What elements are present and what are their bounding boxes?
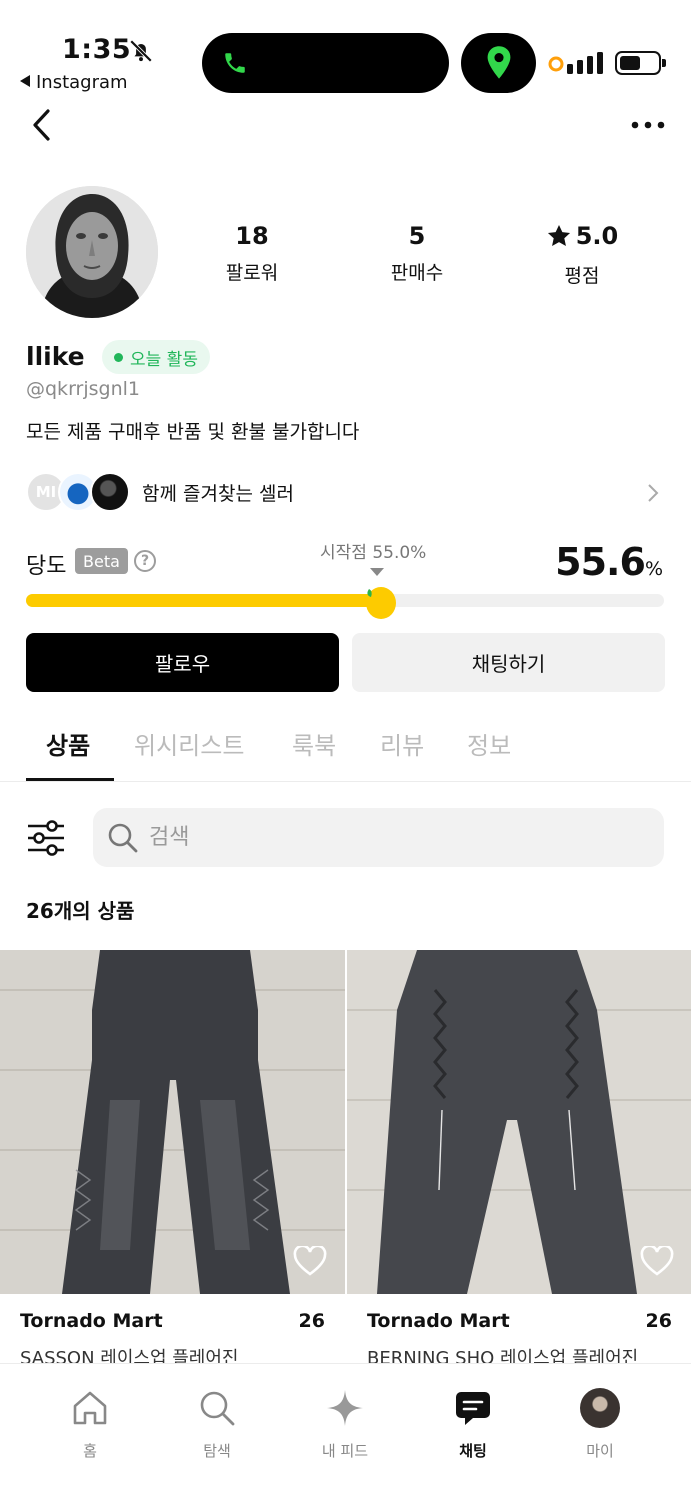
product-photo[interactable]: [347, 950, 691, 1294]
product-count: 26개의 상품: [26, 899, 135, 923]
sales-count: 5: [408, 222, 426, 250]
product-likes: 26: [645, 1310, 672, 1332]
nav-chat[interactable]: 채팅: [428, 1386, 518, 1461]
stat-sales[interactable]: 5 판매수: [357, 222, 477, 285]
nav-my-feed[interactable]: 내 피드: [300, 1386, 390, 1461]
shared-favorite-sellers-row[interactable]: MI 함께 즐겨찾는 셀러: [26, 470, 666, 514]
nav-home-label: 홈: [83, 1442, 97, 1460]
status-bar: 1:35 Instagram: [0, 0, 691, 100]
follow-button[interactable]: 팔로우: [26, 633, 339, 692]
nav-chat-label: 채팅: [459, 1442, 487, 1460]
product-seller: Tornado Mart: [367, 1310, 510, 1332]
username: llike: [26, 342, 85, 371]
bottom-navigation: 홈 탐색 내 피드 채팅 마이: [0, 1363, 691, 1500]
chat-icon: [456, 1392, 490, 1425]
activity-dot: [114, 352, 123, 362]
location-pin-icon: [487, 46, 511, 79]
product-card[interactable]: Tornado Mart 26 SASSON 레이스업 플레어진: [0, 950, 345, 1369]
heart-icon[interactable]: [640, 1246, 674, 1276]
rating-label: 평점: [564, 265, 600, 287]
product-likes: 26: [298, 1310, 325, 1332]
back-triangle-icon: [20, 75, 30, 87]
back-to-app-link[interactable]: Instagram: [20, 72, 128, 93]
battery-icon: [615, 51, 666, 75]
search-icon: [200, 1391, 235, 1426]
help-icon[interactable]: ?: [134, 550, 156, 572]
nav-my[interactable]: 마이: [555, 1386, 645, 1461]
product-photo[interactable]: [0, 950, 345, 1294]
tab-info[interactable]: 정보: [467, 726, 511, 761]
sweetness-progress-track: [26, 587, 664, 619]
tab-products[interactable]: 상품: [46, 726, 90, 761]
lemon-icon: [366, 587, 396, 619]
search-input[interactable]: [149, 820, 629, 854]
beta-badge: Beta: [75, 548, 128, 574]
nav-explore-label: 탐색: [203, 1442, 231, 1460]
signal-icon: [548, 52, 603, 74]
start-point-label: 시작점 55.0%: [320, 543, 427, 563]
product-card[interactable]: Tornado Mart 26 BERNING SHO 레이스업 플레어진: [347, 950, 691, 1369]
followers-label: 팔로워: [225, 262, 279, 284]
nav-explore[interactable]: 탐색: [172, 1386, 262, 1461]
rating-value: 5.0: [575, 222, 619, 250]
user-handle: @qkrrjsgnl1: [26, 378, 140, 400]
rating-value-wrap: 5.0: [546, 222, 619, 250]
sweetness-label: 당도: [26, 554, 67, 579]
sweetness-progress-fill: [26, 594, 381, 607]
home-icon: [73, 1391, 107, 1425]
active-tab-indicator: [26, 778, 114, 781]
profile-avatar[interactable]: [26, 186, 158, 318]
shared-favorite-sellers-label: 함께 즐겨찾는 셀러: [142, 483, 294, 505]
activity-badge: 오늘 활동: [102, 340, 210, 374]
sweetness-value: 55.6%: [555, 540, 663, 584]
call-indicator[interactable]: [202, 33, 449, 93]
activity-label: 오늘 활동: [130, 349, 198, 370]
avatar: [580, 1388, 620, 1428]
profile-photo: [26, 186, 158, 318]
bell-slash-icon: [129, 39, 153, 63]
tab-reviews[interactable]: 리뷰: [380, 726, 424, 761]
phone-icon: [225, 53, 245, 73]
star-icon: [547, 224, 570, 246]
nav-home[interactable]: 홈: [45, 1386, 135, 1461]
back-app-label: Instagram: [36, 72, 128, 93]
nav-my-label: 마이: [586, 1442, 614, 1460]
sweetness-number: 55.6: [555, 540, 646, 584]
start-point-marker: [370, 568, 384, 576]
tab-lookbook[interactable]: 룩북: [292, 726, 336, 761]
chat-button[interactable]: 채팅하기: [352, 633, 665, 692]
seller-avatar: [90, 472, 130, 512]
jeans-image: [0, 950, 345, 1294]
chevron-left-icon[interactable]: [28, 106, 58, 144]
status-time: 1:35: [62, 34, 132, 65]
sparkle-icon: [327, 1390, 363, 1426]
followers-count: 18: [235, 222, 269, 250]
stat-rating[interactable]: 5.0 평점: [522, 222, 642, 288]
stat-followers[interactable]: 18 팔로워: [192, 222, 312, 285]
filter-icon[interactable]: [26, 820, 66, 856]
heart-icon[interactable]: [293, 1246, 327, 1276]
jeans-image: [347, 950, 691, 1294]
sales-label: 판매수: [390, 262, 444, 284]
location-indicator[interactable]: [461, 33, 536, 93]
tab-wishlist[interactable]: 위시리스트: [134, 726, 244, 761]
product-seller: Tornado Mart: [20, 1310, 163, 1332]
search-bar[interactable]: [93, 808, 664, 867]
search-icon: [108, 823, 138, 853]
profile-tabs: 상품 위시리스트 룩북 리뷰 정보: [0, 716, 691, 782]
chevron-right-icon: [648, 484, 659, 502]
more-dots-icon[interactable]: [630, 118, 666, 132]
sweetness-unit: %: [644, 558, 663, 580]
user-bio: 모든 제품 구매후 반품 및 환불 불가합니다: [26, 421, 360, 443]
nav-my-feed-label: 내 피드: [321, 1442, 369, 1460]
